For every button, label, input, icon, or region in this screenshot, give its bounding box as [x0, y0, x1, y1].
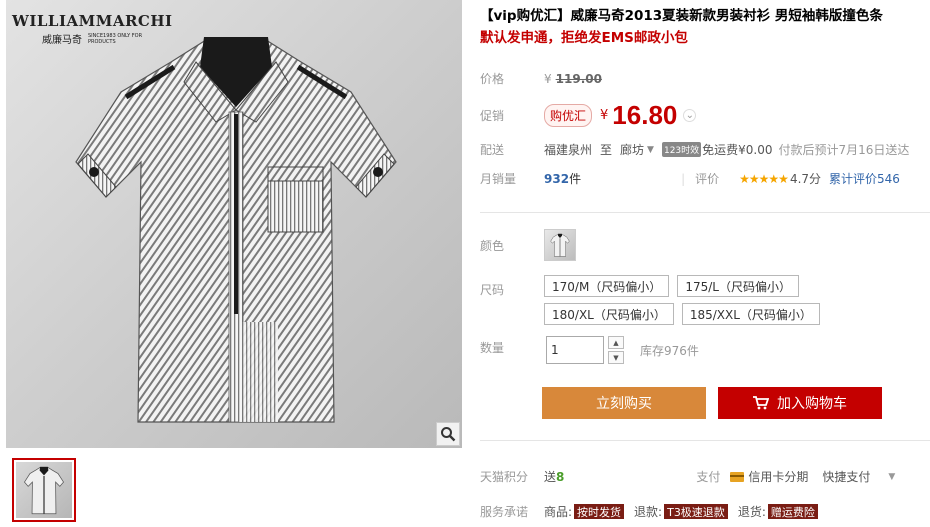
color-label: 颜色 — [480, 238, 505, 253]
size-row: 尺码 — [480, 281, 544, 298]
points-row: 天猫积分 送8 支付 信用卡分期 快捷支付 ▼ — [480, 468, 895, 485]
quantity-input[interactable] — [546, 336, 604, 364]
installment-link[interactable]: 信用卡分期 — [748, 468, 808, 485]
product-title: 【vip购优汇】威廉马奇2013夏装新款男装衬衫 男短袖韩版撞色条 — [480, 8, 883, 24]
rating-score: 4.7分 — [789, 172, 822, 186]
service-return-tag[interactable]: 赠运费险 — [767, 504, 818, 519]
points-label: 天猫积分 — [480, 470, 529, 484]
product-info-panel: 【vip购优汇】威廉马奇2013夏装新款男装衬衫 男短袖韩版撞色条 默认发申通，… — [480, 0, 930, 519]
thumbnail-list — [12, 458, 76, 522]
size-options: 170/M（尺码偏小） 175/L（尺码偏小） 180/XL（尺码偏小） 185… — [544, 275, 928, 325]
efficiency-badge: 123时效 — [661, 142, 702, 157]
size-label: 尺码 — [480, 283, 505, 297]
service-row: 服务承诺 商品: 按时发货 退款: T3极速退款 退货: 赠运费险 — [480, 503, 828, 520]
shipping-row: 配送 福建泉州 至 廊坊 ▼ 123时效 免运费¥0.00 付款后预计7月16日… — [480, 141, 909, 158]
zoom-icon[interactable] — [436, 422, 460, 446]
price-row: 价格 ¥119.00 — [480, 70, 602, 87]
freight-text: 免运费¥0.00 — [702, 143, 773, 157]
caret-down-icon[interactable]: ▼ — [647, 145, 654, 155]
product-image-area: WILLIAMMARCHI 威廉马奇 SINCE1983 ONLY FOR PR… — [6, 0, 462, 448]
shipping-label: 配送 — [480, 143, 505, 157]
shirt-image — [75, 37, 397, 423]
original-price: 119.00 — [555, 71, 602, 86]
quantity-label: 数量 — [480, 340, 505, 355]
shirt-thumbnail-icon — [16, 462, 72, 518]
sales-row: 月销量 932 件 | 评价 ★★★★★ 4.7分 累计评价546 — [480, 170, 900, 187]
ship-from: 福建泉州 — [544, 143, 593, 157]
ship-destination-select[interactable]: 廊坊 — [620, 141, 644, 158]
sales-unit: 件 — [569, 172, 582, 186]
express-pay-link[interactable]: 快捷支付 — [822, 468, 870, 485]
payment-label: 支付 — [696, 470, 721, 484]
sales-label: 月销量 — [480, 172, 517, 186]
delivery-note: 付款后预计7月16日送达 — [778, 143, 910, 157]
quantity-row: 数量 ▲ ▼ 库存976件 — [480, 336, 699, 364]
divider: | — [681, 171, 686, 186]
gift-points: 8 — [556, 470, 565, 484]
rating-label: 评价 — [695, 172, 720, 186]
thumbnail-1[interactable] — [12, 458, 76, 522]
ship-to-word: 至 — [600, 143, 613, 157]
chevron-up-icon[interactable]: ▲ — [608, 336, 624, 349]
stock-text: 库存976件 — [640, 343, 699, 358]
promo-currency: ¥ — [600, 108, 609, 123]
service-goods-tag[interactable]: 按时发货 — [574, 504, 625, 519]
service-return-prefix: 退货: — [737, 505, 766, 519]
credit-card-icon — [730, 471, 745, 482]
cart-icon — [753, 396, 769, 410]
currency-symbol: ¥ — [544, 71, 552, 86]
product-subtitle: 默认发申通，拒绝发EMS邮政小包 — [480, 30, 688, 46]
rating-stars-icon: ★★★★★ — [739, 171, 789, 186]
size-option-185xxl[interactable]: 185/XXL（尺码偏小） — [681, 303, 820, 325]
color-row: 颜色 — [480, 229, 576, 261]
price-label: 价格 — [480, 72, 505, 86]
size-option-175l[interactable]: 175/L（尺码偏小） — [677, 275, 799, 297]
add-to-cart-label: 加入购物车 — [777, 396, 847, 412]
add-to-cart-button[interactable]: 加入购物车 — [718, 387, 882, 419]
promo-label: 促销 — [480, 109, 505, 123]
review-count-link[interactable]: 累计评价546 — [829, 170, 900, 187]
caret-down-icon[interactable]: ▼ — [888, 472, 895, 482]
service-refund-tag[interactable]: T3极速退款 — [664, 504, 728, 519]
shirt-swatch-icon — [550, 233, 570, 257]
buy-now-button[interactable]: 立刻购买 — [542, 387, 706, 419]
promo-price: 16.80 — [612, 100, 678, 130]
service-goods-prefix: 商品: — [544, 505, 573, 519]
color-swatch[interactable] — [544, 229, 576, 261]
chevron-down-icon[interactable]: ▼ — [608, 351, 624, 364]
divider-line — [480, 212, 930, 213]
service-refund-prefix: 退款: — [634, 505, 663, 519]
promo-row: 促销 购优汇 ¥ 16.80 ⌄ — [480, 100, 697, 131]
promo-badge[interactable]: 购优汇 — [544, 104, 593, 127]
chevron-down-icon[interactable]: ⌄ — [683, 109, 697, 122]
divider-line — [480, 440, 930, 441]
service-label: 服务承诺 — [480, 505, 529, 519]
gift-prefix: 送 — [544, 470, 557, 484]
sales-count: 932 — [544, 171, 570, 186]
size-option-170m[interactable]: 170/M（尺码偏小） — [544, 275, 670, 297]
size-option-180xl[interactable]: 180/XL（尺码偏小） — [544, 303, 674, 325]
